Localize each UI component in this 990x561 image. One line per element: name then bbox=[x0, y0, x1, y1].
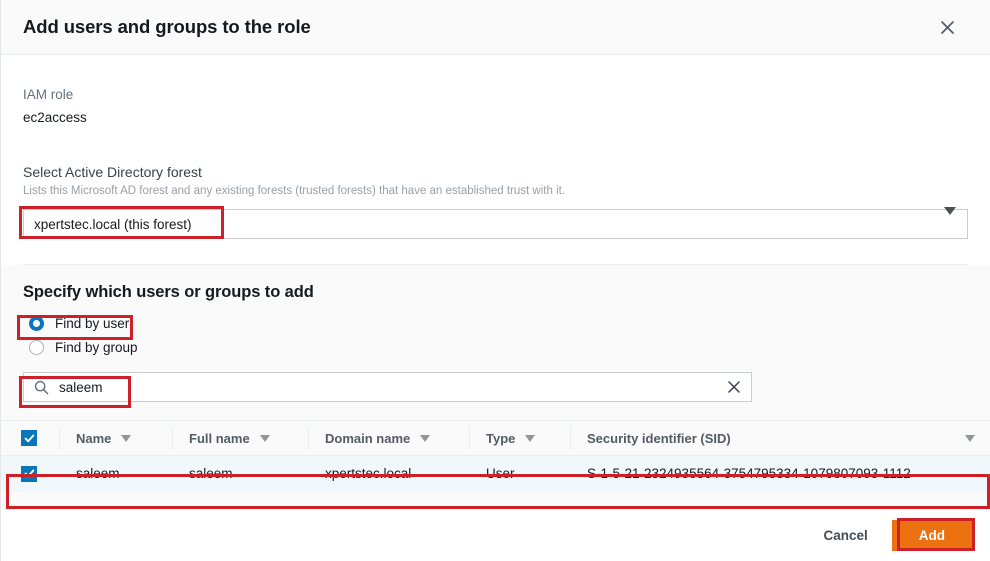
radio-icon-unselected bbox=[29, 339, 44, 355]
column-header-sid[interactable]: Security identifier (SID) bbox=[571, 421, 990, 455]
search-wrapper: saleem bbox=[23, 372, 752, 402]
role-and-forest-section: IAM role ec2access Select Active Directo… bbox=[1, 55, 990, 265]
table-header-row: Name Full name Domain name Type Security… bbox=[1, 420, 990, 456]
sort-chevron-down-icon bbox=[525, 434, 536, 442]
column-header-full-name-label: Full name bbox=[189, 430, 250, 446]
table-row[interactable]: saleem saleem xpertstec.local User S-1-5… bbox=[1, 456, 990, 491]
results-table: Name Full name Domain name Type Security… bbox=[1, 420, 990, 491]
row-value-domain-name: xpertstec.local bbox=[325, 466, 412, 481]
forest-select[interactable]: xpertstec.local (this forest) bbox=[23, 209, 968, 239]
radio-label-find-by-group: Find by group bbox=[55, 339, 138, 355]
forest-field: Select Active Directory forest Lists thi… bbox=[23, 163, 968, 239]
forest-label: Select Active Directory forest bbox=[23, 164, 202, 180]
radio-find-by-user[interactable]: Find by user bbox=[23, 312, 968, 334]
close-icon[interactable] bbox=[934, 14, 960, 40]
row-value-name: saleem bbox=[76, 466, 120, 481]
page-title: Add users and groups to the role bbox=[23, 16, 311, 37]
iam-role-value: ec2access bbox=[23, 110, 87, 125]
search-input-value: saleem bbox=[59, 379, 103, 395]
clear-search-icon[interactable] bbox=[726, 379, 742, 395]
row-cell-full-name: saleem bbox=[173, 456, 308, 491]
forest-description: Lists this Microsoft AD forest and any e… bbox=[23, 185, 566, 197]
row-value-type: User bbox=[486, 466, 515, 481]
specify-heading: Specify which users or groups to add bbox=[23, 283, 314, 301]
dialog-footer: Cancel Add bbox=[1, 510, 990, 561]
select-all-checkbox[interactable] bbox=[21, 430, 37, 446]
sort-chevron-down-icon bbox=[965, 434, 975, 442]
row-select-cell bbox=[1, 456, 59, 491]
specify-users-section: Specify which users or groups to add Fin… bbox=[1, 265, 990, 510]
radio-label-find-by-user: Find by user bbox=[55, 315, 130, 331]
iam-role-label: IAM role bbox=[23, 87, 74, 102]
column-header-type[interactable]: Type bbox=[470, 421, 570, 455]
column-header-full-name[interactable]: Full name bbox=[173, 421, 308, 455]
column-header-name[interactable]: Name bbox=[60, 421, 172, 455]
cancel-button[interactable]: Cancel bbox=[811, 521, 879, 550]
search-input[interactable]: saleem bbox=[23, 372, 752, 402]
find-by-radio-group: Find by user Find by group bbox=[23, 312, 968, 358]
radio-find-by-group[interactable]: Find by group bbox=[23, 336, 968, 358]
forest-select-value: xpertstec.local (this forest) bbox=[34, 216, 192, 232]
radio-icon-selected bbox=[29, 315, 44, 331]
row-cell-name: saleem bbox=[60, 456, 172, 491]
row-checkbox[interactable] bbox=[21, 465, 37, 482]
dialog-header: Add users and groups to the role bbox=[1, 0, 990, 55]
column-header-type-label: Type bbox=[486, 430, 516, 446]
add-users-and-groups-dialog: Add users and groups to the role IAM rol… bbox=[0, 0, 990, 561]
row-value-sid: S-1-5-21-2324935564-3754795334-107980709… bbox=[587, 466, 911, 481]
select-all-cell bbox=[1, 421, 59, 455]
row-cell-type: User bbox=[470, 456, 570, 491]
row-value-full-name: saleem bbox=[189, 466, 233, 481]
column-header-sid-label: Security identifier (SID) bbox=[587, 430, 731, 446]
sort-chevron-down-icon bbox=[121, 434, 132, 442]
column-header-domain-name[interactable]: Domain name bbox=[309, 421, 469, 455]
iam-role-field: IAM role ec2access bbox=[23, 85, 968, 128]
row-cell-sid: S-1-5-21-2324935564-3754795334-107980709… bbox=[571, 456, 990, 491]
sort-chevron-down-icon bbox=[259, 434, 270, 442]
sort-chevron-down-icon bbox=[420, 434, 431, 442]
search-icon bbox=[34, 380, 49, 395]
column-header-name-label: Name bbox=[76, 430, 112, 446]
column-header-domain-name-label: Domain name bbox=[325, 430, 411, 446]
row-cell-domain-name: xpertstec.local bbox=[309, 456, 469, 491]
add-button[interactable]: Add bbox=[891, 520, 972, 551]
forest-select-wrapper: xpertstec.local (this forest) bbox=[23, 207, 968, 239]
